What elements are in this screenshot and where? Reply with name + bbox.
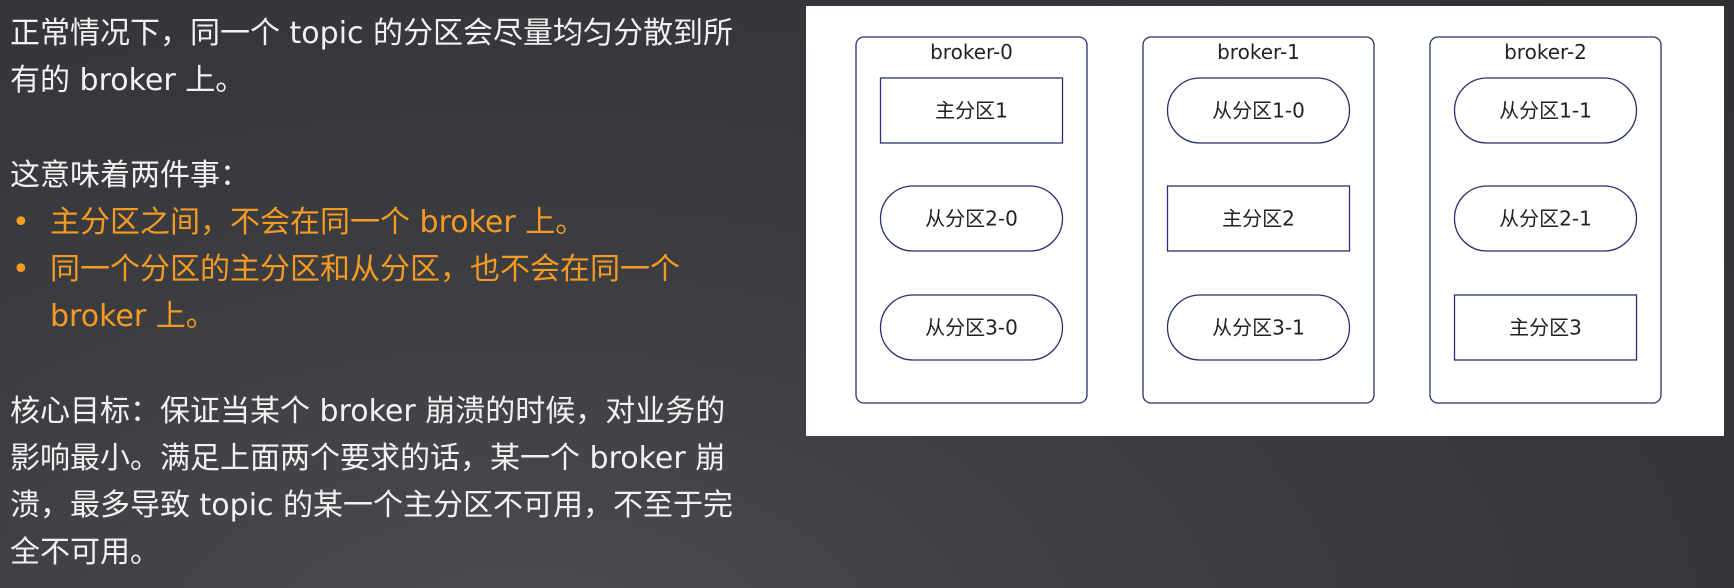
partition-label: 从分区2-0 (925, 207, 1018, 231)
bullet-icon: • (12, 205, 30, 240)
bullet-text: 主分区之间，不会在同一个 broker 上。 (50, 205, 586, 240)
list-item: • 主分区之间，不会在同一个 broker 上。 (10, 199, 750, 246)
partition-label: 从分区1-0 (1212, 99, 1305, 123)
goal-paragraph: 核心目标：保证当某个 broker 崩溃的时候，对业务的影响最小。满足上面两个要… (10, 394, 734, 570)
explanation-text: 正常情况下，同一个 topic 的分区会尽量均匀分散到所有的 broker 上。… (10, 10, 750, 576)
partition-label: 从分区1-1 (1499, 99, 1592, 123)
partition-label: 从分区3-1 (1212, 316, 1305, 340)
list-item: • 同一个分区的主分区和从分区，也不会在同一个 broker 上。 (10, 246, 750, 340)
bullet-icon: • (12, 252, 30, 287)
partition-label: 主分区2 (1222, 207, 1295, 231)
broker-label: broker-0 (930, 40, 1013, 64)
partition-diagram: broker-0 主分区1 从分区2-0 从分区3-0 broker-1 从分区1-0 主分… (806, 6, 1724, 436)
broker-label: broker-1 (1217, 40, 1300, 64)
partition-label: 主分区1 (935, 99, 1008, 123)
highlight-list: • 主分区之间，不会在同一个 broker 上。 • 同一个分区的主分区和从分区… (10, 199, 750, 340)
meaning-heading: 这意味着两件事： (10, 158, 250, 193)
partition-label: 从分区3-0 (925, 316, 1018, 340)
intro-paragraph: 正常情况下，同一个 topic 的分区会尽量均匀分散到所有的 broker 上。 (10, 16, 734, 98)
bullet-text: 同一个分区的主分区和从分区，也不会在同一个 broker 上。 (50, 252, 680, 334)
broker-label: broker-2 (1504, 40, 1587, 64)
partition-label: 从分区2-1 (1499, 207, 1592, 231)
partition-label: 主分区3 (1509, 316, 1582, 340)
partition-diagram-svg: broker-0 主分区1 从分区2-0 从分区3-0 broker-1 从分区1-0 主分… (855, 36, 1662, 404)
